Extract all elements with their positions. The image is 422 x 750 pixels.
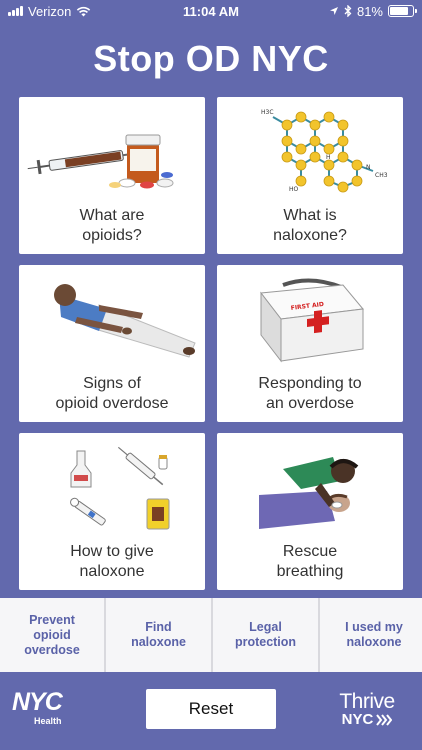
tab-label-line1: Legal [249, 620, 282, 634]
syringe-pills-icon [27, 134, 174, 189]
tab-label: I used my naloxone [345, 620, 403, 650]
tab-label-line2: opioid overdose [24, 627, 80, 657]
status-right: 81% [329, 3, 417, 19]
tab-label: Find naloxone [131, 620, 186, 650]
tile-label-line1: What is [283, 207, 337, 224]
tile-signs-of-overdose[interactable]: Signs of opioid overdose [19, 265, 205, 422]
molecule-label: CH3 [375, 172, 388, 179]
tile-label-line2: naloxone [79, 563, 145, 580]
tab-label-line1: I used my [345, 620, 403, 634]
tile-label-line2: opioid overdose [55, 395, 169, 412]
tile-label-line2: opioids? [82, 227, 142, 244]
footer: NYC Health Reset Thrive NYC [0, 672, 422, 750]
tile-label-line2: breathing [276, 563, 344, 580]
status-bar: Verizon 11:04 AM 81% [0, 0, 422, 22]
nyc-logo-text: NYC [12, 688, 63, 716]
molecule-icon: H3C HO H N CH3 [261, 109, 388, 193]
molecule-label: H [326, 154, 331, 161]
molecule-label: H3C [261, 109, 274, 116]
tile-rescue-breathing[interactable]: Rescue breathing [217, 433, 403, 590]
battery-percent: 81% [356, 3, 383, 19]
tab-label-line2: protection [234, 635, 297, 649]
nyc-logo-sub: Health [34, 716, 62, 726]
thrive-nyc-logo: Thrive NYC [334, 690, 400, 728]
tab-find-naloxone[interactable]: Find naloxone [106, 598, 211, 672]
bottom-tab-bar: Prevent opioid overdose Find naloxone Le… [0, 598, 422, 672]
tile-label: What are opioids? [19, 206, 205, 246]
tile-label: Responding to an overdose [217, 374, 403, 414]
tab-label-line1: Find [145, 620, 172, 634]
naloxone-kits-icon [70, 446, 170, 530]
status-left: Verizon [8, 4, 91, 19]
tile-label: Rescue breathing [217, 542, 403, 582]
tab-label-line2: naloxone [346, 635, 402, 649]
nyc-health-logo: NYC Health [12, 690, 74, 734]
tile-label-line1: Responding to [258, 375, 362, 392]
tile-label-line2: naloxone? [273, 227, 347, 244]
tab-label-line1: Prevent [29, 612, 75, 627]
person-lying-icon [54, 284, 196, 358]
bluetooth-icon [344, 5, 352, 17]
tab-legal-protection[interactable]: Legal protection [213, 598, 318, 672]
wifi-icon [77, 6, 91, 16]
signal-icon [8, 6, 23, 16]
tile-responding-to-overdose[interactable]: FIRST AID Responding to an overdose [217, 265, 403, 422]
tile-label: Signs of opioid overdose [19, 374, 205, 414]
thrive-logo-top: Thrive [339, 690, 395, 713]
tile-how-to-give-naloxone[interactable]: How to give naloxone [19, 433, 205, 590]
tile-label-line1: What are [79, 207, 145, 224]
thrive-logo-mark-icon [376, 714, 393, 726]
molecule-label: HO [289, 186, 299, 193]
battery-fill [390, 7, 408, 15]
rescue-breathing-icon [259, 457, 359, 529]
reset-button[interactable]: Reset [146, 689, 276, 729]
molecule-label: N [366, 164, 371, 171]
tab-prevent-opioid-overdose[interactable]: Prevent opioid overdose [0, 598, 104, 672]
tile-what-is-naloxone[interactable]: H3C HO H N CH3 What is naloxone? [217, 97, 403, 254]
tile-label-line1: How to give [70, 543, 154, 560]
thrive-logo-nyc: NYC [341, 711, 374, 728]
tile-label: How to give naloxone [19, 542, 205, 582]
tile-what-are-opioids[interactable]: What are opioids? [19, 97, 205, 254]
thrive-logo-bottom: NYC [334, 712, 400, 728]
tile-label-line1: Signs of [83, 375, 141, 392]
app-title: Stop OD NYC [93, 38, 329, 79]
tab-i-used-my-naloxone[interactable]: I used my naloxone [320, 598, 422, 672]
first-aid-kit-icon: FIRST AID [260, 278, 364, 363]
tile-label-line1: Rescue [282, 543, 338, 560]
tile-label-line2: an overdose [265, 395, 355, 412]
topic-grid: What are opioids? H3C HO H N CH3 What is… [19, 97, 405, 590]
carrier-label: Verizon [28, 3, 72, 19]
tab-label-line2: naloxone [131, 635, 186, 649]
tile-label: What is naloxone? [217, 206, 403, 246]
tab-label: Legal protection [235, 620, 296, 650]
tab-label: Prevent opioid overdose [4, 613, 100, 658]
battery-icon [388, 5, 417, 17]
location-icon [329, 7, 338, 15]
